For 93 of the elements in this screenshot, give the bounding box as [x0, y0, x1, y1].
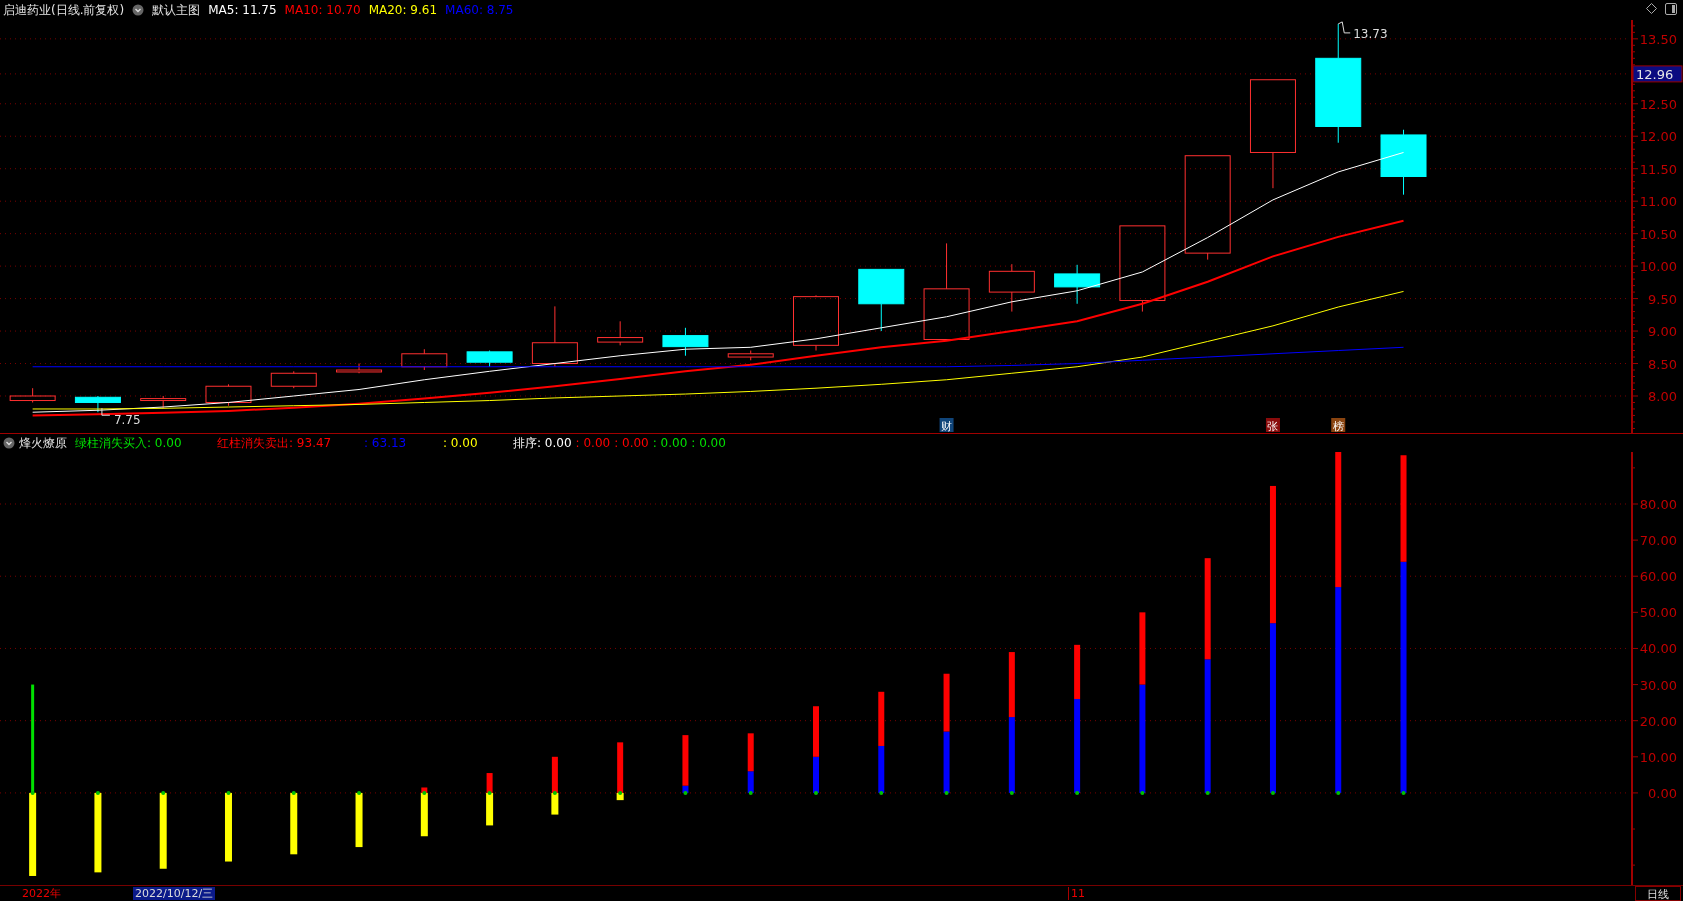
ma-value: MA20: 9.61 — [368, 3, 438, 17]
indicator-value: : 0.00 — [691, 436, 726, 450]
signal-dot — [30, 790, 35, 795]
collapse-icon[interactable] — [3, 437, 15, 449]
signal-dot — [1270, 790, 1275, 795]
axis-label: 10.00 — [1639, 259, 1677, 275]
indicator-value: 排序: 0.00 — [513, 434, 572, 452]
candlestick-drawing — [858, 268, 905, 332]
candlestick-drawing — [793, 294, 839, 352]
axis-label: 13.50 — [1639, 31, 1677, 47]
low-price-label: 7.75 — [113, 413, 141, 428]
axis-label: 11.00 — [1639, 194, 1677, 210]
signal-dot — [487, 790, 492, 795]
axis-label: 9.00 — [1648, 324, 1677, 340]
signal-dot — [683, 790, 688, 795]
period-label[interactable]: 日线 — [1635, 886, 1681, 901]
signal-dot — [1401, 790, 1406, 795]
indicator-value: : 0.00 — [443, 436, 479, 450]
axis-label: 12.00 — [1639, 129, 1677, 145]
indicator-value: : 63.13 — [364, 436, 408, 450]
leader-line — [1337, 21, 1351, 34]
indicator-value: : 0.00 — [652, 436, 688, 450]
ma-value: MA5: 11.75 — [208, 3, 277, 17]
signal-dot — [422, 790, 427, 795]
signal-dot — [552, 790, 557, 795]
axis-label: 11.50 — [1639, 161, 1677, 177]
axis-label: 10.50 — [1639, 226, 1677, 242]
signal-dot — [1009, 790, 1014, 795]
signal-dot — [291, 790, 296, 795]
high-price-label: 13.73 — [1353, 26, 1388, 41]
signal-dot — [618, 790, 623, 795]
signal-dot — [1336, 790, 1341, 795]
signal-dot — [814, 790, 818, 795]
axis-label: 8.00 — [1648, 389, 1677, 404]
axis-label: 10.00 — [1639, 749, 1677, 765]
candlestick-drawing — [1380, 129, 1427, 196]
indicator-bar — [225, 792, 232, 862]
signal-dot — [95, 790, 100, 795]
ma-value: MA60: 8.75 — [445, 3, 514, 17]
signal-dot — [748, 790, 753, 795]
signal-dot — [357, 790, 362, 795]
signal-dot — [1075, 790, 1080, 795]
event-badge[interactable]: 张 — [1265, 418, 1280, 433]
signal-dot — [879, 790, 884, 795]
axis-label: 8.50 — [1648, 356, 1677, 372]
diamond-icon[interactable] — [1646, 3, 1657, 14]
signal-dot — [161, 790, 166, 795]
candlestick-drawing — [1054, 264, 1101, 305]
candlestick-drawing — [9, 387, 56, 403]
axis-label: 20.00 — [1639, 713, 1677, 729]
indicator-bar — [290, 792, 298, 855]
candlestick-drawing — [531, 305, 578, 368]
candlestick-drawing — [466, 350, 513, 368]
axis-label: 70.00 — [1639, 533, 1677, 549]
ma-value: MA10: 10.70 — [284, 3, 361, 17]
indicator-value: 红柱消失卖出: 93.47 — [217, 434, 333, 452]
indicator-value: : 0.00 — [575, 436, 611, 450]
leader-line — [101, 407, 111, 416]
candlestick-drawing — [74, 395, 121, 413]
candlestick-drawing — [662, 327, 709, 357]
current-price-tag: 12.96 — [1632, 65, 1683, 83]
candlestick-drawing — [205, 383, 252, 407]
time-axis-label: 2022年 — [22, 887, 61, 900]
candlestick-drawing — [988, 263, 1035, 313]
indicator-name[interactable]: 烽火燎原 — [19, 434, 67, 452]
cursor-date: 2022/10/12/三 — [133, 887, 216, 900]
axis-label: 80.00 — [1639, 497, 1677, 512]
axis-label: 0.00 — [1648, 785, 1677, 801]
axis-label: 40.00 — [1639, 641, 1677, 657]
candlestick-drawing — [597, 320, 644, 346]
axis-label: 50.00 — [1639, 605, 1677, 621]
indicator-value: 绿柱消失买入: 0.00 — [75, 434, 183, 452]
stock-title: 启迪药业(日线.前复权) — [3, 1, 125, 19]
axis-label: 30.00 — [1639, 677, 1677, 693]
dropdown-icon[interactable] — [132, 4, 145, 16]
event-badge[interactable]: 财 — [939, 418, 954, 433]
candlestick-drawing — [727, 350, 774, 361]
signal-dot — [1140, 790, 1145, 795]
signal-dot — [944, 790, 949, 795]
signal-dot — [1205, 790, 1210, 795]
axis-label: 12.50 — [1639, 96, 1677, 112]
axis-label: 9.50 — [1648, 291, 1677, 307]
axis-label: 60.00 — [1639, 569, 1677, 585]
indicator-value: : 0.00 — [614, 436, 649, 450]
event-badge[interactable]: 榜 — [1331, 418, 1346, 433]
indicator-bar — [355, 792, 363, 848]
template-name[interactable]: 默认主图 — [152, 1, 201, 19]
candlestick-drawing — [401, 348, 448, 371]
candlestick-drawing — [270, 370, 317, 389]
panel-toggle-icon[interactable] — [1665, 3, 1677, 15]
candlestick-drawing — [336, 363, 383, 374]
signal-dot — [226, 790, 231, 795]
time-axis-label: 11 — [1068, 887, 1085, 900]
